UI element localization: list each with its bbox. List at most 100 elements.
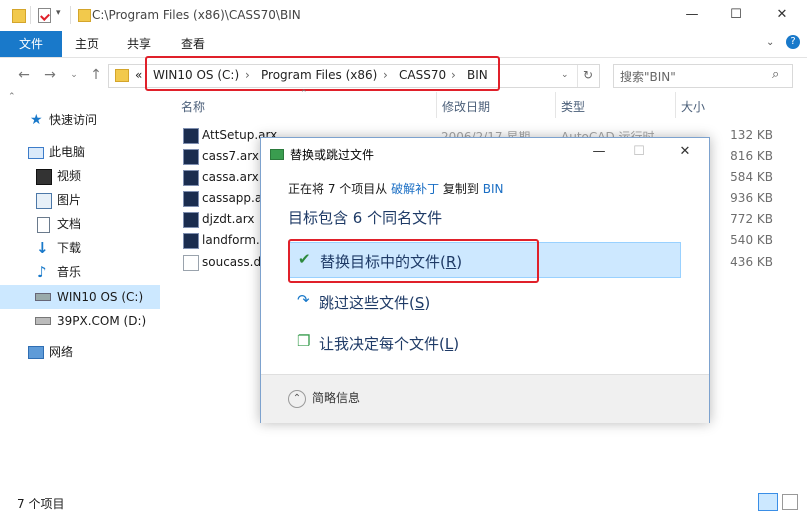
star-icon: ★ bbox=[30, 112, 43, 128]
search-placeholder: 搜索"BIN" bbox=[620, 70, 676, 84]
title-bar: ▾ C:\Program Files (x86)\CASS70\BIN — ☐ … bbox=[0, 0, 807, 31]
column-header-type[interactable]: 类型 bbox=[561, 98, 585, 115]
file-size: 936 KB bbox=[730, 191, 773, 205]
sidebar-item-drive-d[interactable]: 39PX.COM (D:) bbox=[0, 310, 160, 332]
option-label: 跳过这些文件(S) bbox=[319, 294, 431, 312]
sidebar-item-quick-access[interactable]: ★ 快速访问 bbox=[0, 109, 160, 131]
sidebar-item-network[interactable]: 网络 bbox=[0, 341, 160, 363]
dll-file-icon bbox=[183, 255, 199, 271]
help-icon[interactable]: ? bbox=[786, 35, 800, 49]
search-input[interactable]: 搜索"BIN" ⌕ bbox=[613, 64, 793, 88]
sidebar-item-label: 下载 bbox=[57, 241, 82, 255]
forward-arrow-icon[interactable]: → bbox=[40, 66, 60, 84]
file-size: 772 KB bbox=[730, 212, 773, 226]
sidebar-item-pictures[interactable]: 图片 bbox=[0, 189, 160, 211]
column-header-name[interactable]: 名称 bbox=[181, 98, 205, 115]
file-name: cassa.arx bbox=[202, 170, 259, 184]
dialog-minimize-button[interactable]: — bbox=[579, 138, 619, 166]
file-name: cass7.arx bbox=[202, 149, 259, 163]
folder-icon bbox=[115, 69, 129, 82]
divider bbox=[577, 65, 578, 87]
network-icon bbox=[28, 346, 44, 359]
arx-file-icon bbox=[183, 233, 199, 249]
item-count: 7 个项目 bbox=[17, 497, 65, 511]
sidebar-item-this-pc[interactable]: 此电脑 bbox=[0, 141, 160, 163]
skip-files-option[interactable]: ↷ 跳过这些文件(S) bbox=[289, 284, 679, 318]
collapse-icon[interactable]: ⌃ bbox=[8, 92, 16, 102]
window-title: C:\Program Files (x86)\CASS70\BIN bbox=[92, 8, 301, 22]
search-icon[interactable]: ⌕ bbox=[772, 67, 779, 82]
copy-status-text: 复制到 bbox=[439, 182, 483, 196]
dialog-footer: ⌃ 简略信息 bbox=[261, 374, 709, 423]
annotation-highlight-box bbox=[145, 56, 500, 91]
recent-dropdown-icon[interactable]: ⌄ bbox=[64, 66, 84, 84]
source-folder-link[interactable]: 破解补丁 bbox=[391, 182, 439, 196]
maximize-button[interactable]: ☐ bbox=[714, 0, 758, 31]
navigation-pane: ⌃ ★ 快速访问 此电脑 视频 图片 文档 ↓ 下载 ♪ 音乐 WIN10 OS… bbox=[0, 92, 165, 487]
replace-or-skip-dialog: 替换或跳过文件 — ☐ ✕ 正在将 7 个项目从 破解补丁 复制到 BIN 目标… bbox=[260, 137, 710, 423]
folder-icon bbox=[78, 9, 91, 22]
document-icon bbox=[37, 217, 50, 233]
dialog-close-button[interactable]: ✕ bbox=[665, 138, 705, 166]
dialog-maximize-button: ☐ bbox=[633, 144, 645, 159]
sidebar-item-documents[interactable]: 文档 bbox=[0, 213, 160, 235]
drive-icon bbox=[35, 317, 51, 325]
sidebar-item-videos[interactable]: 视频 bbox=[0, 165, 160, 187]
annotation-highlight-box bbox=[288, 239, 539, 283]
arx-file-icon bbox=[183, 170, 199, 186]
status-bar: 7 个项目 bbox=[0, 487, 807, 517]
divider bbox=[30, 6, 31, 24]
address-dropdown-icon[interactable]: ⌄ bbox=[561, 70, 569, 80]
compare-files-icon: ❐ bbox=[297, 332, 311, 350]
large-icons-view-icon[interactable] bbox=[782, 494, 798, 510]
close-button[interactable]: ✕ bbox=[760, 0, 804, 31]
dialog-title: 替换或跳过文件 bbox=[290, 148, 375, 162]
back-arrow-icon[interactable]: ← bbox=[14, 66, 34, 84]
music-icon: ♪ bbox=[37, 263, 47, 281]
column-header-size[interactable]: 大小 bbox=[681, 98, 705, 115]
destination-folder-link[interactable]: BIN bbox=[483, 182, 504, 196]
arx-file-icon bbox=[183, 128, 199, 144]
refresh-icon[interactable]: ↻ bbox=[583, 68, 593, 82]
tab-share[interactable]: 共享 bbox=[124, 31, 154, 57]
sidebar-item-label: 网络 bbox=[49, 345, 74, 359]
tab-home[interactable]: 主页 bbox=[72, 31, 102, 57]
sidebar-item-music[interactable]: ♪ 音乐 bbox=[0, 261, 160, 283]
sidebar-item-label: 图片 bbox=[57, 193, 82, 207]
decide-each-file-option[interactable]: ❐ 让我决定每个文件(L) bbox=[289, 325, 679, 359]
sidebar-item-label: 文档 bbox=[57, 217, 82, 231]
expand-ribbon-icon[interactable]: ⌄ bbox=[766, 37, 774, 48]
file-size: 436 KB bbox=[730, 255, 773, 269]
ribbon-tabs: 文件 主页 共享 查看 ⌄ ? bbox=[0, 31, 807, 58]
arx-file-icon bbox=[183, 212, 199, 228]
column-divider[interactable] bbox=[555, 92, 556, 118]
download-icon: ↓ bbox=[36, 239, 49, 257]
tab-view[interactable]: 查看 bbox=[178, 31, 208, 57]
divider bbox=[70, 6, 71, 24]
details-view-icon[interactable] bbox=[758, 493, 778, 511]
properties-icon[interactable] bbox=[38, 8, 51, 23]
tab-file[interactable]: 文件 bbox=[0, 31, 62, 57]
address-prefix[interactable]: « bbox=[135, 68, 142, 82]
quick-access-dropdown-icon[interactable]: ▾ bbox=[56, 8, 61, 18]
column-divider[interactable] bbox=[436, 92, 437, 118]
computer-icon bbox=[28, 147, 44, 159]
sidebar-item-label: WIN10 OS (C:) bbox=[57, 290, 144, 304]
column-header-date[interactable]: 修改日期 bbox=[442, 98, 490, 115]
fewer-details-button[interactable]: ⌃ 简略信息 bbox=[288, 389, 360, 408]
file-name: soucass.dll bbox=[202, 255, 268, 269]
file-name: djzdt.arx bbox=[202, 212, 255, 226]
copy-status-line: 正在将 7 个项目从 破解补丁 复制到 BIN bbox=[288, 180, 504, 197]
minimize-button[interactable]: — bbox=[670, 0, 714, 31]
sort-indicator-icon: ⌃ bbox=[300, 89, 308, 99]
column-divider[interactable] bbox=[675, 92, 676, 118]
file-size: 816 KB bbox=[730, 149, 773, 163]
sidebar-item-drive-c[interactable]: WIN10 OS (C:) bbox=[0, 285, 160, 309]
sidebar-item-label: 此电脑 bbox=[49, 145, 86, 159]
up-arrow-icon[interactable]: ↑ bbox=[86, 66, 106, 84]
address-row: ← → ⌄ ↑ « WIN10 OS (C:) › Program Files … bbox=[0, 56, 807, 92]
sidebar-item-label: 音乐 bbox=[57, 265, 82, 279]
folder-icon bbox=[12, 9, 26, 23]
sidebar-item-label: 视频 bbox=[57, 169, 82, 183]
sidebar-item-downloads[interactable]: ↓ 下载 bbox=[0, 237, 160, 259]
